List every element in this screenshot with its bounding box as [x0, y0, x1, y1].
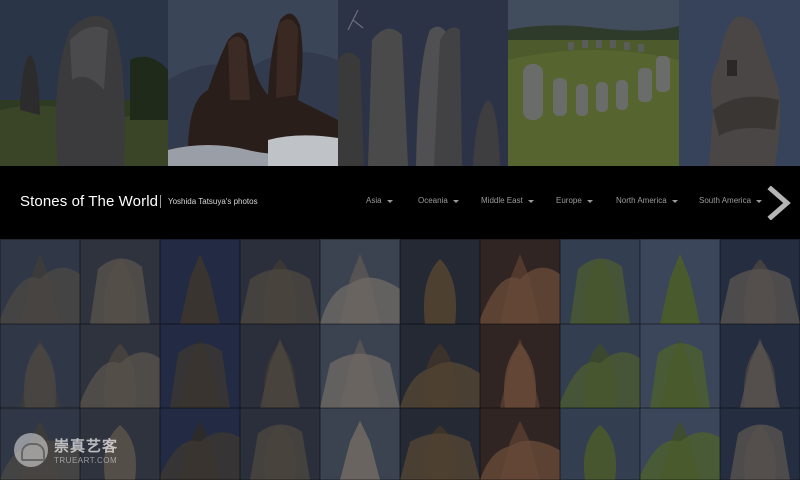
hero-photo-stone-ship-circle[interactable]	[508, 0, 679, 166]
grid-photo-hoodoos[interactable]	[640, 324, 720, 408]
grid-photo-stone-face[interactable]	[80, 408, 160, 480]
caret-down-icon	[386, 199, 393, 203]
grid-photo-stone-columns[interactable]	[560, 324, 640, 408]
grid-photo-sphinx[interactable]	[160, 324, 240, 408]
grid-photo-rock-edge[interactable]	[720, 239, 800, 324]
grid-photo-rock-spire[interactable]	[480, 324, 560, 408]
grid-photo-arch-gate[interactable]	[400, 324, 480, 408]
nav-item-label: Asia	[366, 196, 382, 205]
site-title[interactable]: Stones of The World	[20, 193, 158, 210]
grid-photo-rock-relief[interactable]	[160, 408, 240, 480]
caret-down-icon	[452, 199, 459, 203]
chevron-right-icon[interactable]	[766, 185, 792, 221]
grid-photo-rock-arch[interactable]	[240, 239, 320, 324]
page: Stones of The World Yoshida Tatsuya's ph…	[0, 0, 800, 480]
grid-photo-green-valley[interactable]	[640, 239, 720, 324]
grid-photo-mushroom-rock[interactable]	[560, 408, 640, 480]
hero-photo-strip	[0, 0, 800, 166]
grid-photo-rock-cut-facade[interactable]	[480, 239, 560, 324]
grid-photo-mountain-peak[interactable]	[480, 408, 560, 480]
grid-photo-boulders[interactable]	[400, 239, 480, 324]
grid-photo-pagoda-temple[interactable]	[160, 239, 240, 324]
nav-item-north-america[interactable]: North America	[616, 196, 678, 205]
grid-photo-stone-tower[interactable]	[320, 408, 400, 480]
caret-down-icon	[527, 199, 534, 203]
hero-photo-moai-head[interactable]	[679, 0, 800, 166]
grid-photo-ruined-wall[interactable]	[0, 324, 80, 408]
site-subtitle: Yoshida Tatsuya's photos	[168, 197, 258, 206]
hero-photo-tall-standing-stones[interactable]	[338, 0, 508, 166]
nav-item-europe[interactable]: Europe	[556, 196, 593, 205]
photo-grid	[0, 239, 800, 480]
hero-photo-standing-menhir[interactable]	[0, 0, 168, 166]
grid-photo-gopuram-tower[interactable]	[240, 324, 320, 408]
grid-photo-column-ruins[interactable]	[320, 324, 400, 408]
hero-photo-rock-pillars[interactable]	[168, 0, 338, 166]
nav-item-south-america[interactable]: South America	[699, 196, 763, 205]
grid-photo-white-rock-city[interactable]	[320, 239, 400, 324]
nav-item-middle-east[interactable]: Middle East	[481, 196, 534, 205]
nav-item-asia[interactable]: Asia	[366, 196, 393, 205]
nav-item-label: Middle East	[481, 196, 523, 205]
nav-item-label: South America	[699, 196, 752, 205]
grid-photo-cliff-carving[interactable]	[640, 408, 720, 480]
grid-photo-carved-head[interactable]	[400, 408, 480, 480]
nav-item-label: Europe	[556, 196, 582, 205]
nav-item-label: North America	[616, 196, 667, 205]
grid-photo-arch[interactable]	[720, 408, 800, 480]
nav-item-label: Oceania	[418, 196, 448, 205]
grid-photo-cliff-dwelling[interactable]	[0, 239, 80, 324]
header-bar: Stones of The World Yoshida Tatsuya's ph…	[0, 166, 800, 239]
grid-photo-rock-pillar[interactable]	[240, 408, 320, 480]
grid-photo-shore-rock[interactable]	[720, 324, 800, 408]
grid-photo-table-mountain[interactable]	[560, 239, 640, 324]
grid-photo-carved-temple[interactable]	[80, 324, 160, 408]
grid-photo-boulder[interactable]	[0, 408, 80, 480]
nav-item-oceania[interactable]: Oceania	[418, 196, 459, 205]
title-divider	[160, 195, 161, 208]
caret-down-icon	[756, 199, 763, 203]
grid-photo-carved-rock[interactable]	[80, 239, 160, 324]
caret-down-icon	[586, 199, 593, 203]
caret-down-icon	[671, 199, 678, 203]
